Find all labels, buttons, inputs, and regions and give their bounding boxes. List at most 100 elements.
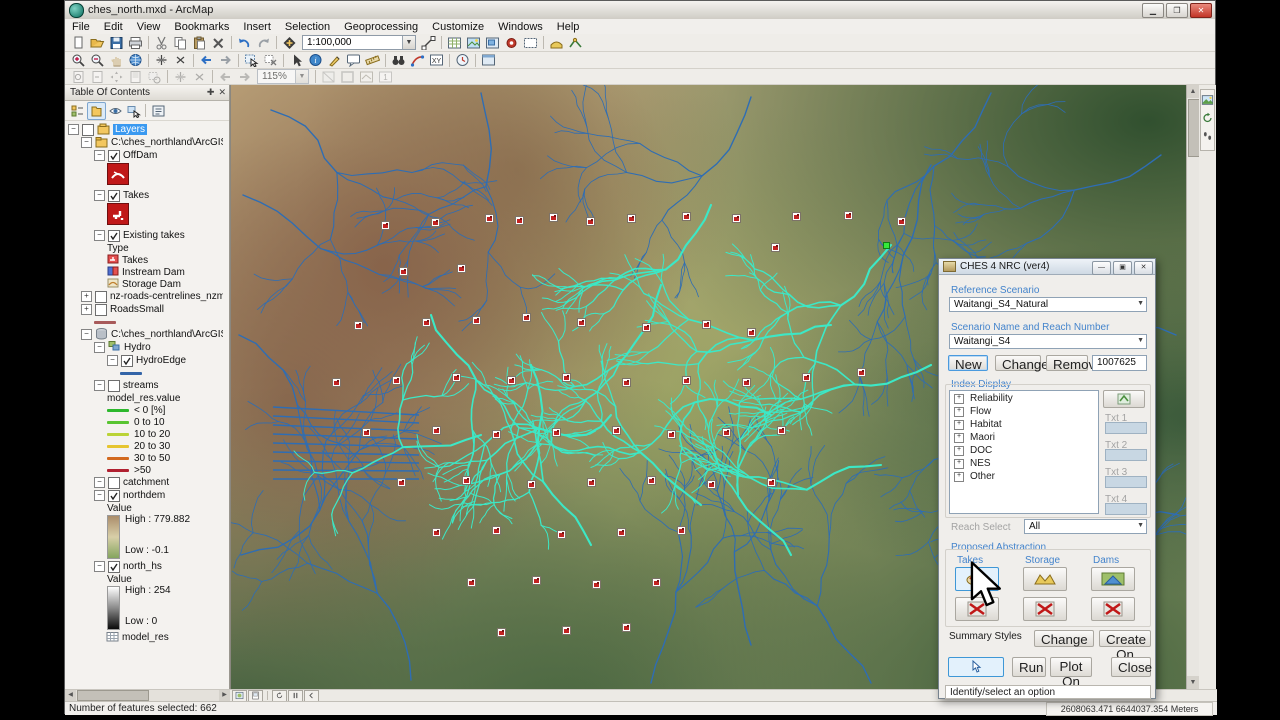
remove-takes-button[interactable] — [955, 597, 999, 621]
scroll-thumb[interactable] — [77, 690, 149, 701]
collapse-icon[interactable]: − — [94, 190, 105, 201]
chevron-down-icon[interactable]: ▼ — [402, 36, 415, 49]
menu-windows[interactable]: Windows — [491, 21, 550, 33]
go-to-xy-icon[interactable]: XY — [428, 53, 446, 68]
expand-icon[interactable]: + — [81, 291, 92, 302]
layout-view-button[interactable] — [248, 690, 263, 702]
open-folder-icon[interactable] — [89, 35, 107, 50]
take-marker[interactable] — [682, 212, 691, 221]
reach-select-combo[interactable]: All▼ — [1024, 519, 1147, 534]
take-marker[interactable] — [399, 267, 408, 276]
take-marker[interactable] — [462, 476, 471, 485]
take-marker[interactable] — [562, 373, 571, 382]
take-marker[interactable] — [612, 426, 621, 435]
collapse-icon[interactable]: − — [94, 342, 105, 353]
scroll-left-icon[interactable]: ◀ — [65, 690, 76, 701]
image-snapshot-icon[interactable] — [1201, 92, 1214, 107]
tool-red-icon[interactable] — [503, 35, 521, 50]
menu-file[interactable]: File — [65, 21, 97, 33]
reference-scenario-combo[interactable]: Waitangi_S4_Natural▼ — [949, 297, 1147, 312]
checkbox-unchecked[interactable] — [95, 291, 107, 303]
menu-selection[interactable]: Selection — [278, 21, 337, 33]
new-button[interactable]: New — [948, 355, 988, 371]
toc-layer-north-hs[interactable]: −north_hs — [65, 560, 223, 573]
list-selection-icon[interactable] — [125, 103, 142, 119]
map-scale-combo[interactable]: 1:100,000▼ — [302, 35, 416, 50]
toc-layer-streams[interactable]: −streams — [65, 379, 223, 392]
find-route-icon[interactable] — [409, 53, 427, 68]
dialog-maximize-button[interactable]: ▣ — [1113, 261, 1132, 275]
remove-dams-button[interactable] — [1091, 597, 1135, 621]
collapse-icon[interactable]: − — [81, 329, 92, 340]
html-popup-icon[interactable] — [345, 53, 363, 68]
take-marker[interactable] — [897, 217, 906, 226]
viewer-rect-icon[interactable] — [522, 35, 540, 50]
menu-help[interactable]: Help — [550, 21, 587, 33]
take-marker[interactable] — [617, 528, 626, 537]
select-features-icon[interactable] — [243, 53, 261, 68]
chevron-down-icon[interactable]: ▼ — [1137, 337, 1144, 344]
remove-storage-button[interactable] — [1023, 597, 1067, 621]
expand-icon[interactable]: + — [954, 459, 964, 469]
fixed-zoom-out-icon[interactable] — [172, 53, 190, 68]
summary-change-button[interactable]: Change — [1034, 630, 1094, 647]
toc-layer-nz-roads-centrelines-nzmg[interactable]: +nz-roads-centrelines_nzmg — [65, 290, 223, 303]
scenario-name-combo[interactable]: Waitangi_S4▼ — [949, 334, 1147, 349]
scroll-mini-button[interactable] — [304, 690, 319, 702]
take-marker[interactable] — [586, 217, 595, 226]
change-button[interactable]: Change — [995, 355, 1041, 371]
close-dialog-button[interactable]: Close — [1111, 657, 1151, 677]
hyperlink-pencil-icon[interactable] — [326, 53, 344, 68]
layout-zoom-combo[interactable]: 115%▼ — [257, 69, 309, 84]
take-marker[interactable] — [532, 576, 541, 585]
zoom-in-icon[interactable] — [70, 53, 88, 68]
index-node-doc[interactable]: +DOC — [954, 445, 1098, 456]
take-marker[interactable] — [332, 378, 341, 387]
take-marker[interactable] — [354, 321, 363, 330]
add-data-icon[interactable] — [281, 35, 299, 50]
expand-icon[interactable]: + — [954, 394, 964, 404]
zoom-out-icon[interactable] — [89, 53, 107, 68]
toc-layer-hydro[interactable]: −Hydro — [65, 341, 223, 354]
image-window-icon[interactable] — [465, 35, 483, 50]
collapse-icon[interactable]: − — [81, 137, 92, 148]
index-node-habitat[interactable]: +Habitat — [954, 419, 1098, 430]
pause-draw-button[interactable] — [288, 690, 303, 702]
take-marker[interactable] — [527, 480, 536, 489]
take-marker[interactable] — [392, 376, 401, 385]
toc-layer-hydroedge[interactable]: −HydroEdge — [65, 354, 223, 367]
collapse-icon[interactable]: − — [68, 124, 79, 135]
map-vertical-scrollbar[interactable]: ▲ ▼ — [1186, 85, 1199, 689]
add-storage-button[interactable] — [1023, 567, 1067, 591]
index-node-other[interactable]: +Other — [954, 471, 1098, 482]
index-node-nes[interactable]: +NES — [954, 458, 1098, 469]
checkbox-unchecked[interactable] — [95, 304, 107, 316]
take-marker[interactable] — [732, 214, 741, 223]
expand-icon[interactable]: + — [954, 407, 964, 417]
take-marker[interactable] — [777, 426, 786, 435]
take-marker[interactable] — [485, 214, 494, 223]
take-marker[interactable] — [742, 378, 751, 387]
expand-icon[interactable]: + — [954, 433, 964, 443]
toc-layer-existing-takes[interactable]: −Existing takes — [65, 229, 223, 242]
checkbox-checked[interactable] — [108, 190, 120, 202]
collapse-icon[interactable]: − — [94, 380, 105, 391]
collapse-icon[interactable]: − — [94, 150, 105, 161]
take-marker[interactable] — [627, 214, 636, 223]
fixed-zoom-in-icon[interactable] — [153, 53, 171, 68]
toc-layer-takes[interactable]: −Takes — [65, 189, 223, 202]
take-marker[interactable] — [381, 221, 390, 230]
take-marker[interactable] — [422, 318, 431, 327]
toc-layer-northdem[interactable]: −northdem — [65, 489, 223, 502]
take-marker[interactable] — [652, 578, 661, 587]
menu-view[interactable]: View — [130, 21, 168, 33]
toc-layer-c-ches-northland-arcgis-data[interactable]: −C:\ches_northland\ArcGIS_Data — [65, 328, 223, 341]
expand-icon[interactable]: + — [954, 472, 964, 482]
viewer-window-icon[interactable] — [480, 53, 498, 68]
take-marker[interactable] — [747, 328, 756, 337]
ches-link-icon[interactable] — [567, 35, 585, 50]
identify-info-icon[interactable]: i — [307, 53, 325, 68]
take-marker[interactable] — [497, 628, 506, 637]
take-marker[interactable] — [457, 264, 466, 273]
take-marker[interactable] — [587, 478, 596, 487]
